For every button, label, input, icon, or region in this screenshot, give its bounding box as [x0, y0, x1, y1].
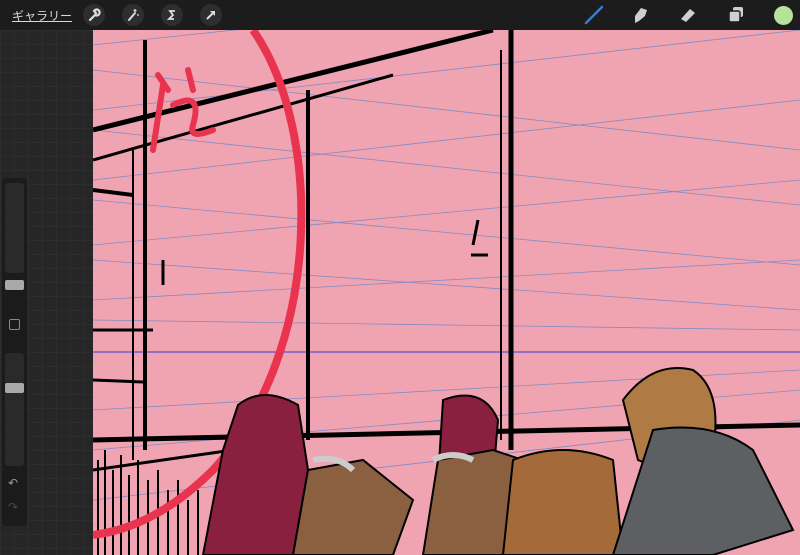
eraser-button[interactable]	[677, 4, 699, 26]
opacity-thumb[interactable]	[5, 383, 24, 393]
brush-size-slider[interactable]	[5, 183, 24, 290]
transform-button[interactable]	[200, 4, 222, 26]
sidebar: ↶ ↷	[2, 178, 27, 526]
transform-arrow-icon	[206, 11, 215, 20]
selection-icon	[166, 10, 175, 20]
eraser-icon	[681, 9, 695, 22]
adjustments-button[interactable]	[122, 4, 144, 26]
opacity-slider[interactable]	[5, 353, 24, 466]
drawing-canvas[interactable]	[93, 30, 800, 555]
top-toolbar: ギャラリー	[0, 0, 800, 30]
brush-icon	[584, 5, 604, 25]
smudge-button[interactable]	[629, 4, 651, 26]
layers-icon	[728, 7, 743, 23]
gallery-button[interactable]: ギャラリー	[12, 7, 72, 24]
selection-button[interactable]	[161, 4, 183, 26]
modifier-button[interactable]	[9, 319, 20, 330]
layers-button[interactable]	[725, 4, 747, 26]
redo-button[interactable]: ↷	[8, 500, 18, 514]
color-button[interactable]	[772, 4, 794, 26]
color-swatch-icon	[773, 5, 793, 25]
actions-button[interactable]	[83, 4, 105, 26]
undo-button[interactable]: ↶	[8, 476, 18, 490]
wrench-icon	[88, 8, 101, 22]
brush-button[interactable]	[583, 4, 605, 26]
character-figure	[201, 367, 795, 555]
brush-size-thumb[interactable]	[5, 280, 24, 290]
magic-wand-icon	[128, 9, 139, 21]
artwork	[93, 30, 800, 555]
smudge-icon	[635, 8, 647, 23]
